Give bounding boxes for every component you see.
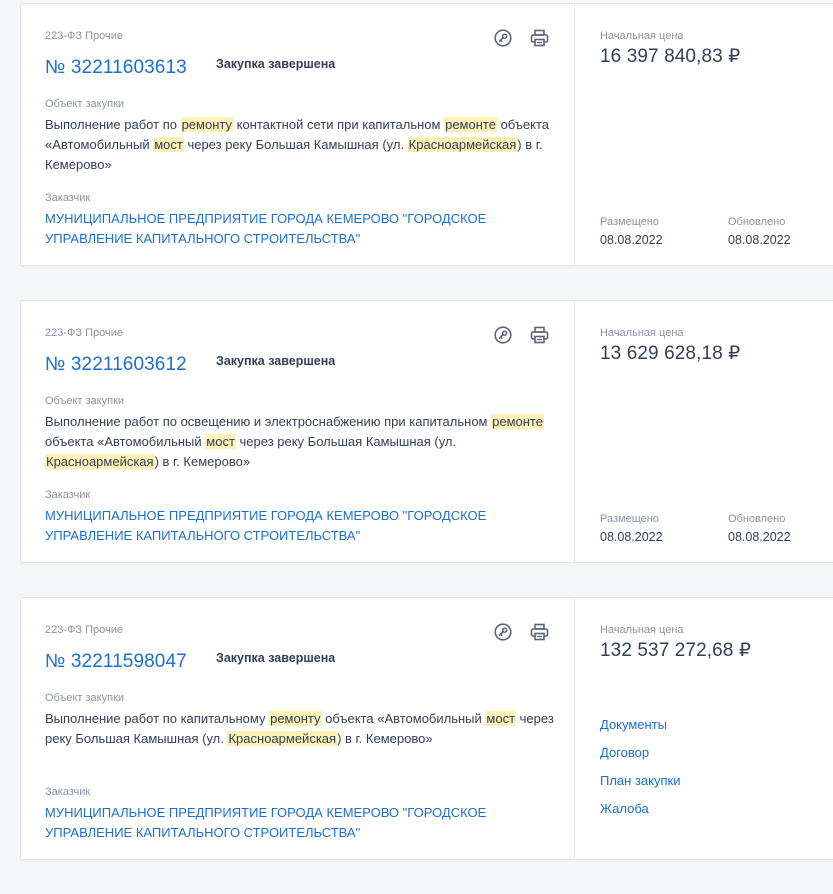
purchase-description: Выполнение работ по ремонту контактной с…	[45, 115, 565, 175]
search-highlight: ремонту	[269, 711, 322, 726]
purchase-number-link[interactable]: № 32211603613	[45, 57, 187, 79]
description-text: через реку Большая Камышная (ул.	[235, 434, 457, 449]
updated-value: 08.08.2022	[728, 233, 791, 247]
search-highlight: Красноармейская	[45, 454, 155, 469]
search-highlight: мост	[153, 137, 184, 152]
description-text: ) в г. Кемерово»	[337, 731, 433, 746]
placed-label: Размещено	[600, 513, 659, 525]
purchase-plan-link[interactable]: План закупки	[600, 771, 680, 799]
updated-value: 08.08.2022	[728, 530, 791, 544]
purchase-card: 223-ФЗ Прочие № 32211603612 Закупка заве…	[20, 300, 833, 563]
printer-icon[interactable]	[529, 325, 549, 345]
initial-price: 132 537 272,68 ₽	[600, 640, 752, 661]
customer-link[interactable]: МУНИЦИПАЛЬНОЕ ПРЕДПРИЯТИЕ ГОРОДА КЕМЕРОВ…	[45, 209, 565, 249]
object-label: Объект закупки	[45, 98, 125, 110]
description-text: Выполнение работ по освещению и электрос…	[45, 414, 492, 429]
card-side: Начальная цена 13 629 628,18 ₽ Размещено…	[574, 301, 833, 562]
price-label: Начальная цена	[600, 624, 684, 636]
search-highlight: ремонте	[491, 414, 544, 429]
customer-link[interactable]: МУНИЦИПАЛЬНОЕ ПРЕДПРИЯТИЕ ГОРОДА КЕМЕРОВ…	[45, 803, 565, 843]
purchase-list: 223-ФЗ Прочие № 32211603613 Закупка заве…	[20, 3, 833, 894]
status-badge: Закупка завершена	[216, 651, 336, 665]
key-icon[interactable]	[493, 622, 513, 642]
search-highlight: ремонте	[444, 117, 497, 132]
law-type: 223-ФЗ Прочие	[45, 624, 123, 636]
updated-date: Обновлено 08.08.2022	[728, 513, 791, 544]
updated-label: Обновлено	[728, 513, 786, 525]
search-highlight: ремонту	[180, 117, 233, 132]
customer-label: Заказчик	[45, 192, 91, 204]
description-text: контактной сети при капитальном	[233, 117, 445, 132]
initial-price: 13 629 628,18 ₽	[600, 343, 741, 364]
initial-price: 16 397 840,83 ₽	[600, 46, 741, 67]
purchase-number-link[interactable]: № 32211603612	[45, 354, 187, 376]
printer-icon[interactable]	[529, 28, 549, 48]
updated-label: Обновлено	[728, 216, 786, 228]
purchase-card: 223-ФЗ Прочие № 32211598047 Закупка заве…	[20, 597, 833, 860]
card-side: Начальная цена 16 397 840,83 ₽ Размещено…	[574, 4, 833, 265]
card-main: 223-ФЗ Прочие № 32211603613 Закупка заве…	[21, 4, 574, 265]
law-type: 223-ФЗ Прочие	[45, 327, 123, 339]
price-label: Начальная цена	[600, 327, 684, 339]
key-icon[interactable]	[493, 28, 513, 48]
placed-value: 08.08.2022	[600, 530, 663, 544]
purchase-card: 223-ФЗ Прочие № 32211603613 Закупка заве…	[20, 3, 833, 266]
description-text: ) в г. Кемерово»	[154, 454, 251, 469]
placed-value: 08.08.2022	[600, 233, 663, 247]
customer-label: Заказчик	[45, 786, 91, 798]
card-links: Документы Договор План закупки Жалоба	[600, 715, 680, 827]
search-highlight: Красноармейская	[407, 137, 518, 152]
search-highlight: мост	[205, 434, 236, 449]
object-label: Объект закупки	[45, 692, 125, 704]
status-badge: Закупка завершена	[216, 354, 336, 368]
customer-link[interactable]: МУНИЦИПАЛЬНОЕ ПРЕДПРИЯТИЕ ГОРОДА КЕМЕРОВ…	[45, 506, 565, 546]
customer-label: Заказчик	[45, 489, 91, 501]
object-label: Объект закупки	[45, 395, 125, 407]
placed-date: Размещено 08.08.2022	[600, 513, 663, 544]
purchase-number-link[interactable]: № 32211598047	[45, 651, 187, 673]
purchase-description: Выполнение работ по освещению и электрос…	[45, 412, 565, 472]
status-badge: Закупка завершена	[216, 57, 336, 71]
placed-label: Размещено	[600, 216, 659, 228]
law-type: 223-ФЗ Прочие	[45, 30, 123, 42]
key-icon[interactable]	[493, 325, 513, 345]
updated-date: Обновлено 08.08.2022	[728, 216, 791, 247]
card-main: 223-ФЗ Прочие № 32211603612 Закупка заве…	[21, 301, 574, 562]
description-text: Выполнение работ по	[45, 117, 181, 132]
search-highlight: мост	[485, 711, 517, 726]
description-text: Выполнение работ по капитальному	[45, 711, 270, 726]
search-highlight: Красноармейская	[227, 731, 338, 746]
price-label: Начальная цена	[600, 30, 684, 42]
contract-link[interactable]: Договор	[600, 743, 680, 771]
documents-link[interactable]: Документы	[600, 715, 680, 743]
description-text: через реку Большая Камышная (ул.	[183, 137, 408, 152]
printer-icon[interactable]	[529, 622, 549, 642]
description-text: объекта «Автомобильный	[321, 711, 486, 726]
complaint-link[interactable]: Жалоба	[600, 799, 680, 827]
card-main: 223-ФЗ Прочие № 32211598047 Закупка заве…	[21, 598, 574, 859]
purchase-description: Выполнение работ по капитальному ремонту…	[45, 709, 565, 749]
card-side: Начальная цена 132 537 272,68 ₽ Документ…	[574, 598, 833, 859]
placed-date: Размещено 08.08.2022	[600, 216, 663, 247]
description-text: объекта «Автомобильный	[45, 434, 206, 449]
